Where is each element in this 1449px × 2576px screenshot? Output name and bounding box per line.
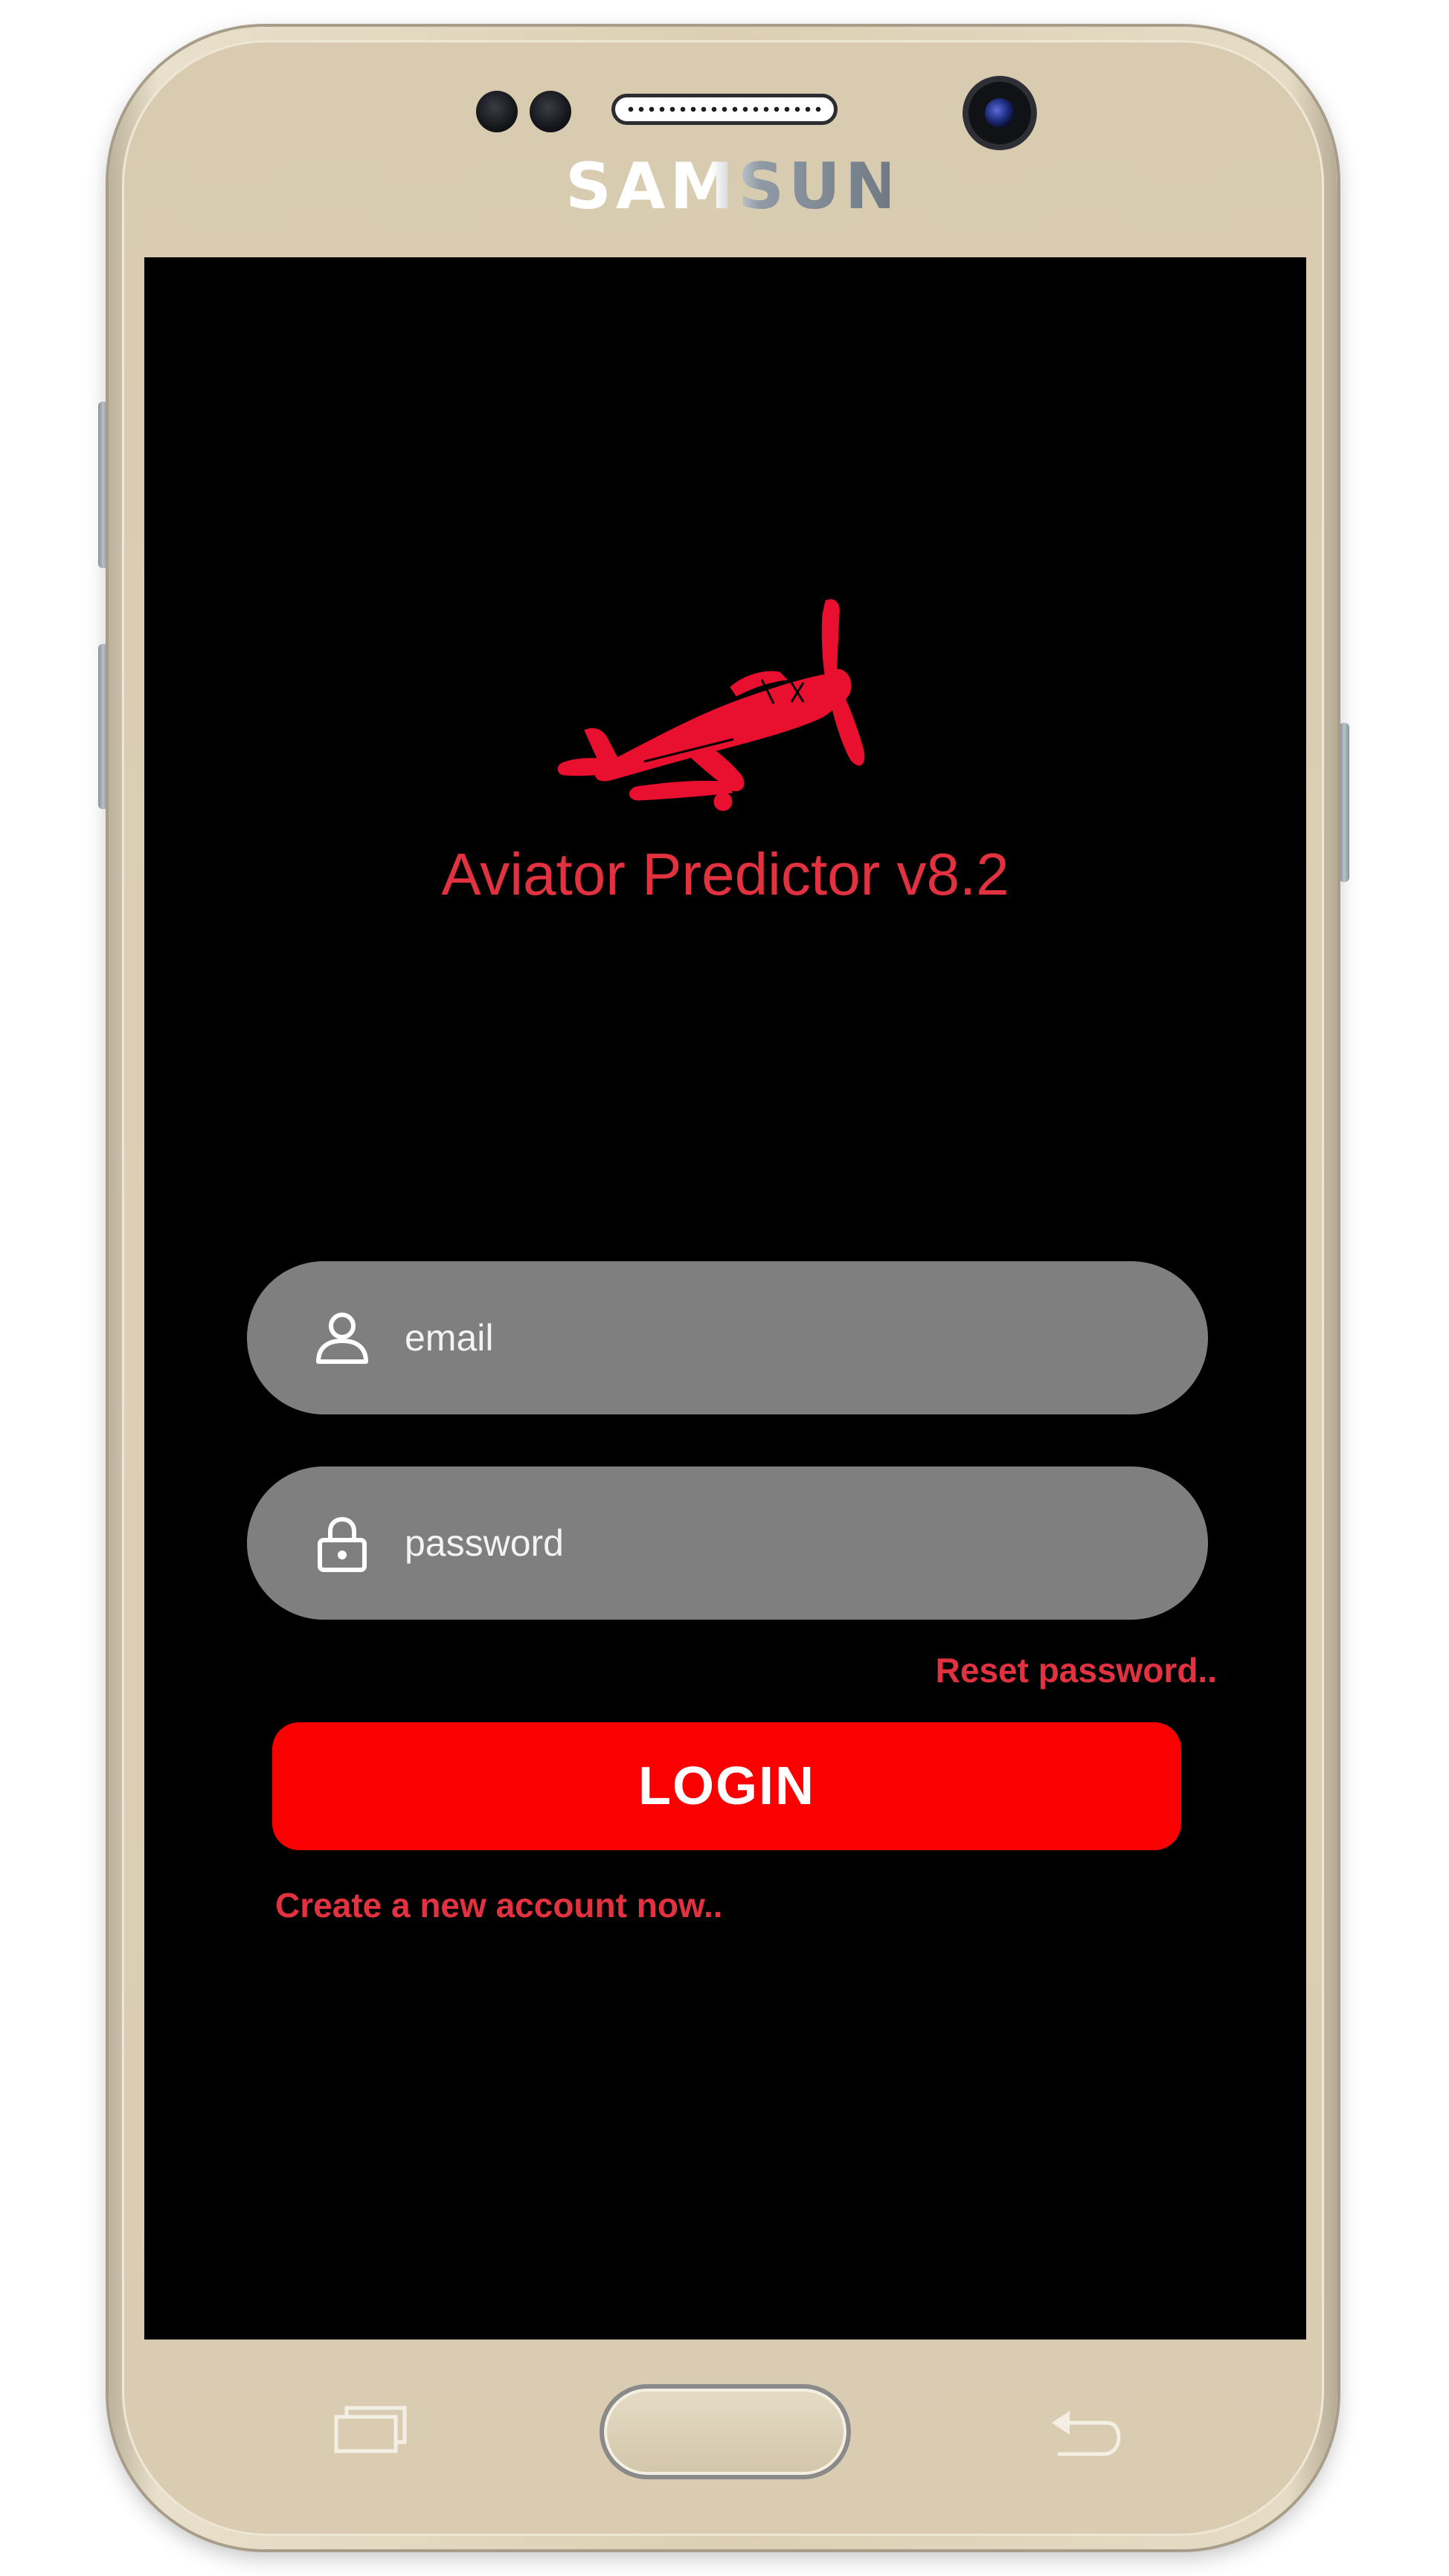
user-icon [312,1308,372,1368]
recent-apps-icon[interactable] [333,2405,408,2454]
earpiece-speaker [611,94,838,125]
back-icon[interactable] [1047,2406,1122,2459]
reset-password-link[interactable]: Reset password.. [936,1648,1217,1693]
password-input[interactable] [405,1522,1074,1565]
app-title: Aviator Predictor v8.2 [441,841,1009,907]
email-input[interactable] [405,1316,1074,1359]
volume-up-button[interactable] [98,402,109,568]
email-field[interactable] [247,1261,1208,1414]
home-button[interactable] [600,2384,851,2479]
volume-down-button[interactable] [98,644,109,809]
proximity-sensor [476,91,518,132]
airplane-icon [557,599,865,811]
lock-icon [312,1513,372,1573]
app-screen: Aviator Predictor v8.2 Reset p [144,257,1306,2340]
light-sensor [530,91,571,132]
front-camera [968,82,1031,144]
password-field[interactable] [247,1466,1208,1620]
canvas: SAMSUNG Aviator Predictor v8.2 email Res… [0,0,1449,2576]
brand-logo: SAMSUNG [565,149,960,224]
power-button[interactable] [1339,723,1349,882]
create-account-link[interactable]: Create a new account now.. [275,1883,723,1928]
login-button[interactable]: LOGIN [272,1722,1181,1850]
